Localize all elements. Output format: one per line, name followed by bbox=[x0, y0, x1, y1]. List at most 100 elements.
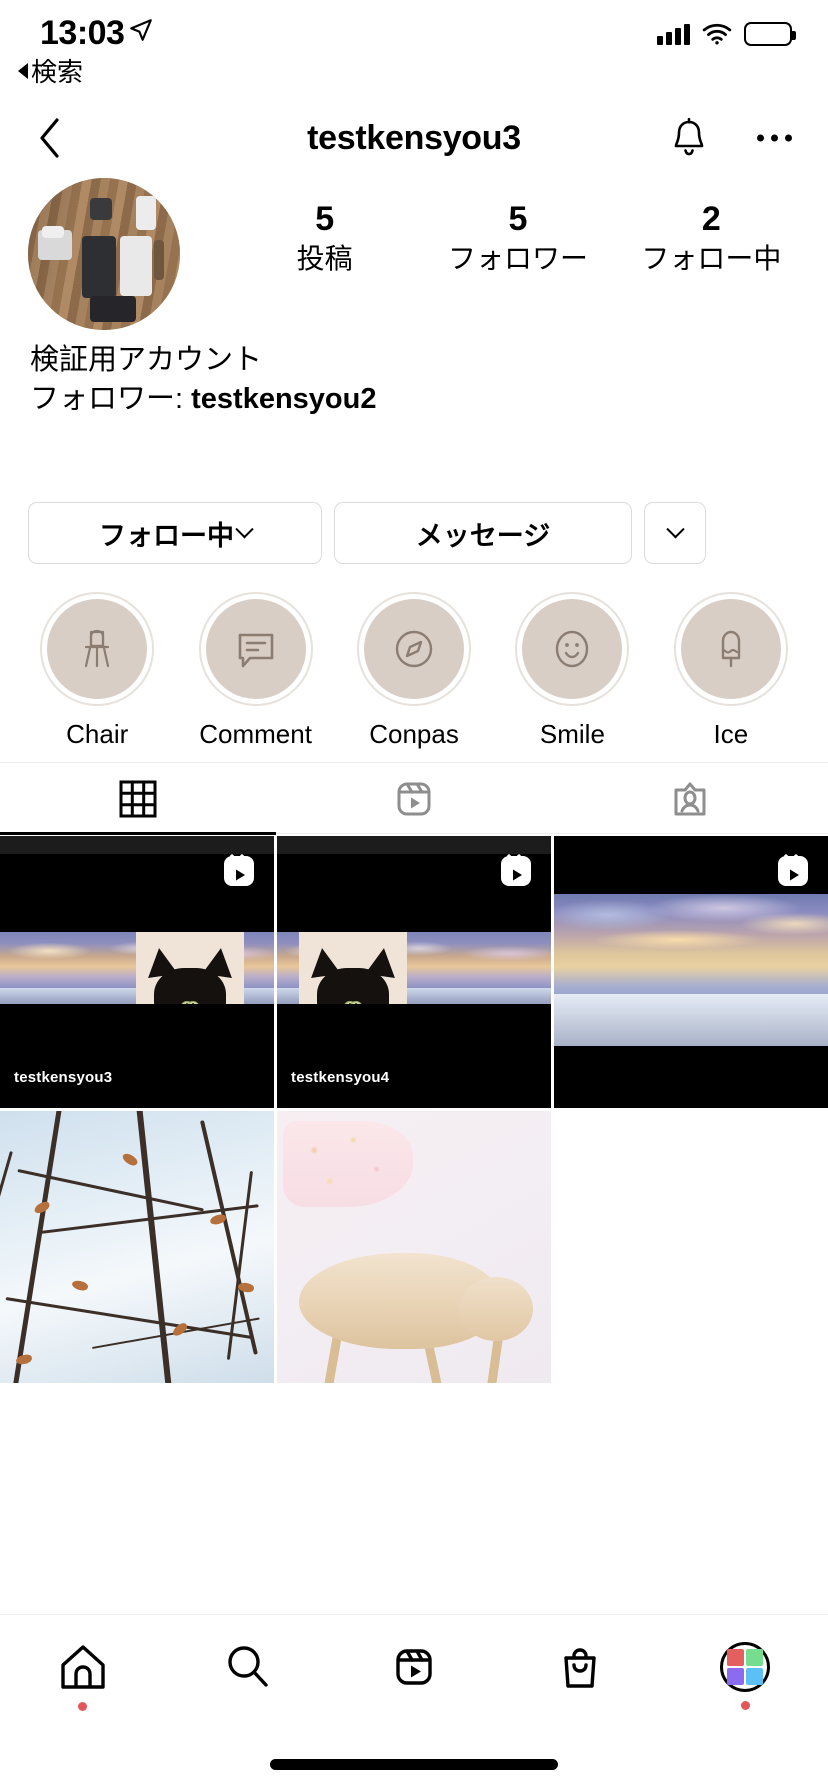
grid-icon bbox=[119, 780, 157, 817]
more-options-icon[interactable] bbox=[757, 134, 792, 142]
post-4-winter-branches bbox=[0, 1111, 274, 1383]
profile-stats: 5 投稿 5 フォロワー 2 フォロー中 bbox=[228, 200, 808, 277]
home-indicator bbox=[270, 1759, 558, 1770]
reels-tab[interactable] bbox=[276, 763, 552, 834]
bottom-tab-bar bbox=[0, 1614, 828, 1792]
post-thumbnail-3[interactable] bbox=[554, 836, 828, 1108]
reel-badge-icon bbox=[495, 850, 537, 892]
tagged-tab[interactable] bbox=[552, 763, 828, 834]
post-thumbnail-5[interactable] bbox=[277, 1111, 551, 1383]
avatar-object-camera-top bbox=[42, 226, 64, 238]
avatar-object-lens bbox=[90, 198, 112, 220]
comment-icon bbox=[205, 599, 306, 699]
home-badge-dot bbox=[78, 1702, 88, 1711]
message-button-label: メッセージ bbox=[415, 520, 551, 551]
highlight-chair[interactable]: Chair bbox=[18, 592, 176, 750]
highlight-ring bbox=[673, 592, 788, 706]
post-2-cat-panel bbox=[299, 932, 407, 1004]
story-highlights: Chair Comment Conpas Smile Ice bbox=[0, 592, 828, 750]
cushion bbox=[283, 1121, 413, 1207]
active-tab-underline bbox=[0, 832, 276, 835]
reels-icon bbox=[397, 782, 431, 815]
post-thumbnail-1[interactable]: testkensyou3 bbox=[0, 836, 274, 1108]
profile-avatar-icon bbox=[720, 1642, 771, 1692]
smile-icon bbox=[522, 599, 623, 699]
highlight-label: Ice bbox=[713, 719, 749, 749]
post-thumbnail-2[interactable]: testkensyou4 bbox=[277, 836, 551, 1108]
stat-followers-count: 5 bbox=[508, 200, 528, 238]
shop-tab[interactable] bbox=[497, 1641, 663, 1711]
stat-followers[interactable]: 5 フォロワー bbox=[421, 200, 614, 277]
highlight-ring bbox=[198, 592, 313, 706]
ice-cream-icon bbox=[680, 599, 781, 699]
chair-icon bbox=[47, 599, 148, 699]
reel-badge-icon bbox=[772, 850, 814, 892]
avatar-object-pen bbox=[154, 240, 164, 280]
highlight-ring bbox=[357, 592, 472, 706]
search-icon bbox=[228, 1646, 269, 1687]
highlight-ring bbox=[40, 592, 155, 706]
profile-tab[interactable] bbox=[662, 1642, 828, 1710]
status-indicators bbox=[657, 22, 796, 46]
avatar-object-case bbox=[136, 196, 156, 230]
avatar-object-phone-white bbox=[120, 236, 152, 296]
back-to-search-text: 検索 bbox=[31, 57, 84, 87]
battery-icon bbox=[744, 22, 796, 46]
home-tab[interactable] bbox=[0, 1641, 166, 1711]
profile-navbar: testkensyou3 bbox=[0, 100, 828, 176]
highlight-comment[interactable]: Comment bbox=[176, 592, 334, 750]
compass-icon bbox=[364, 599, 465, 699]
back-to-search-label[interactable]: 検索 bbox=[18, 52, 83, 89]
highlight-label: Conpas bbox=[369, 719, 459, 749]
avatar[interactable] bbox=[28, 178, 180, 330]
cat-eye-right bbox=[186, 1001, 200, 1004]
cat-eye-right bbox=[349, 1001, 363, 1004]
profile-header: 5 投稿 5 フォロワー 2 フォロー中 bbox=[0, 176, 828, 336]
post-grid: testkensyou3 testkensyou4 bbox=[0, 836, 828, 1383]
cat-head bbox=[154, 968, 226, 1004]
post-3-sunset-ocean bbox=[554, 894, 828, 1046]
reels-icon bbox=[396, 1649, 432, 1685]
stat-posts[interactable]: 5 投稿 bbox=[228, 200, 421, 277]
post-5-sleeping-cat bbox=[277, 1111, 551, 1383]
tagged-person-icon bbox=[674, 782, 706, 815]
post-1-username: testkensyou3 bbox=[14, 1069, 113, 1086]
suggest-users-button[interactable] bbox=[644, 502, 706, 564]
home-icon bbox=[61, 1645, 105, 1689]
mutual-followers: フォロワー: testkensyou2 bbox=[30, 381, 790, 418]
following-button[interactable]: フォロー中 bbox=[28, 502, 322, 564]
highlight-smile[interactable]: Smile bbox=[493, 592, 651, 750]
profile-bio: 検証用アカウント フォロワー: testkensyou2 bbox=[30, 342, 790, 418]
stat-following[interactable]: 2 フォロー中 bbox=[615, 200, 808, 277]
post-grid-empty-cell bbox=[554, 1111, 828, 1383]
stat-following-count: 2 bbox=[701, 200, 721, 238]
status-bar: 13:03 検索 bbox=[0, 0, 828, 100]
cat-head bbox=[317, 968, 389, 1004]
highlight-label: Comment bbox=[199, 719, 312, 749]
profile-display-name: 検証用アカウント bbox=[30, 344, 263, 376]
avatar-object-wallet bbox=[90, 296, 136, 322]
highlight-conpas[interactable]: Conpas bbox=[335, 592, 493, 750]
highlight-label: Smile bbox=[539, 719, 605, 749]
post-thumbnail-4[interactable] bbox=[0, 1111, 274, 1383]
reels-tab[interactable] bbox=[331, 1641, 497, 1711]
status-time: 13:03 bbox=[40, 14, 125, 52]
shopping-bag-icon bbox=[563, 1648, 596, 1688]
cat-head bbox=[459, 1277, 533, 1341]
location-arrow-icon bbox=[128, 17, 154, 43]
stat-posts-count: 5 bbox=[315, 200, 335, 238]
stat-following-label: フォロー中 bbox=[641, 243, 782, 275]
notification-bell-icon[interactable] bbox=[668, 116, 710, 160]
search-tab[interactable] bbox=[166, 1641, 332, 1711]
cellular-signal-icon bbox=[657, 23, 690, 45]
avatar-object-phone-black bbox=[82, 236, 116, 298]
chevron-down-icon bbox=[665, 519, 685, 538]
reel-badge-icon bbox=[218, 850, 260, 892]
grid-tab[interactable] bbox=[0, 763, 276, 834]
profile-action-buttons: フォロー中 メッセージ bbox=[28, 502, 800, 564]
chevron-down-icon bbox=[235, 519, 254, 538]
highlight-ice[interactable]: Ice bbox=[652, 592, 810, 750]
message-button[interactable]: メッセージ bbox=[334, 502, 632, 564]
mutual-username[interactable]: testkensyou2 bbox=[191, 383, 376, 415]
instagram-profile-screen: 13:03 検索 testkensyou3 5 投稿 5 フォロワー 2 フォロ… bbox=[0, 0, 828, 1792]
